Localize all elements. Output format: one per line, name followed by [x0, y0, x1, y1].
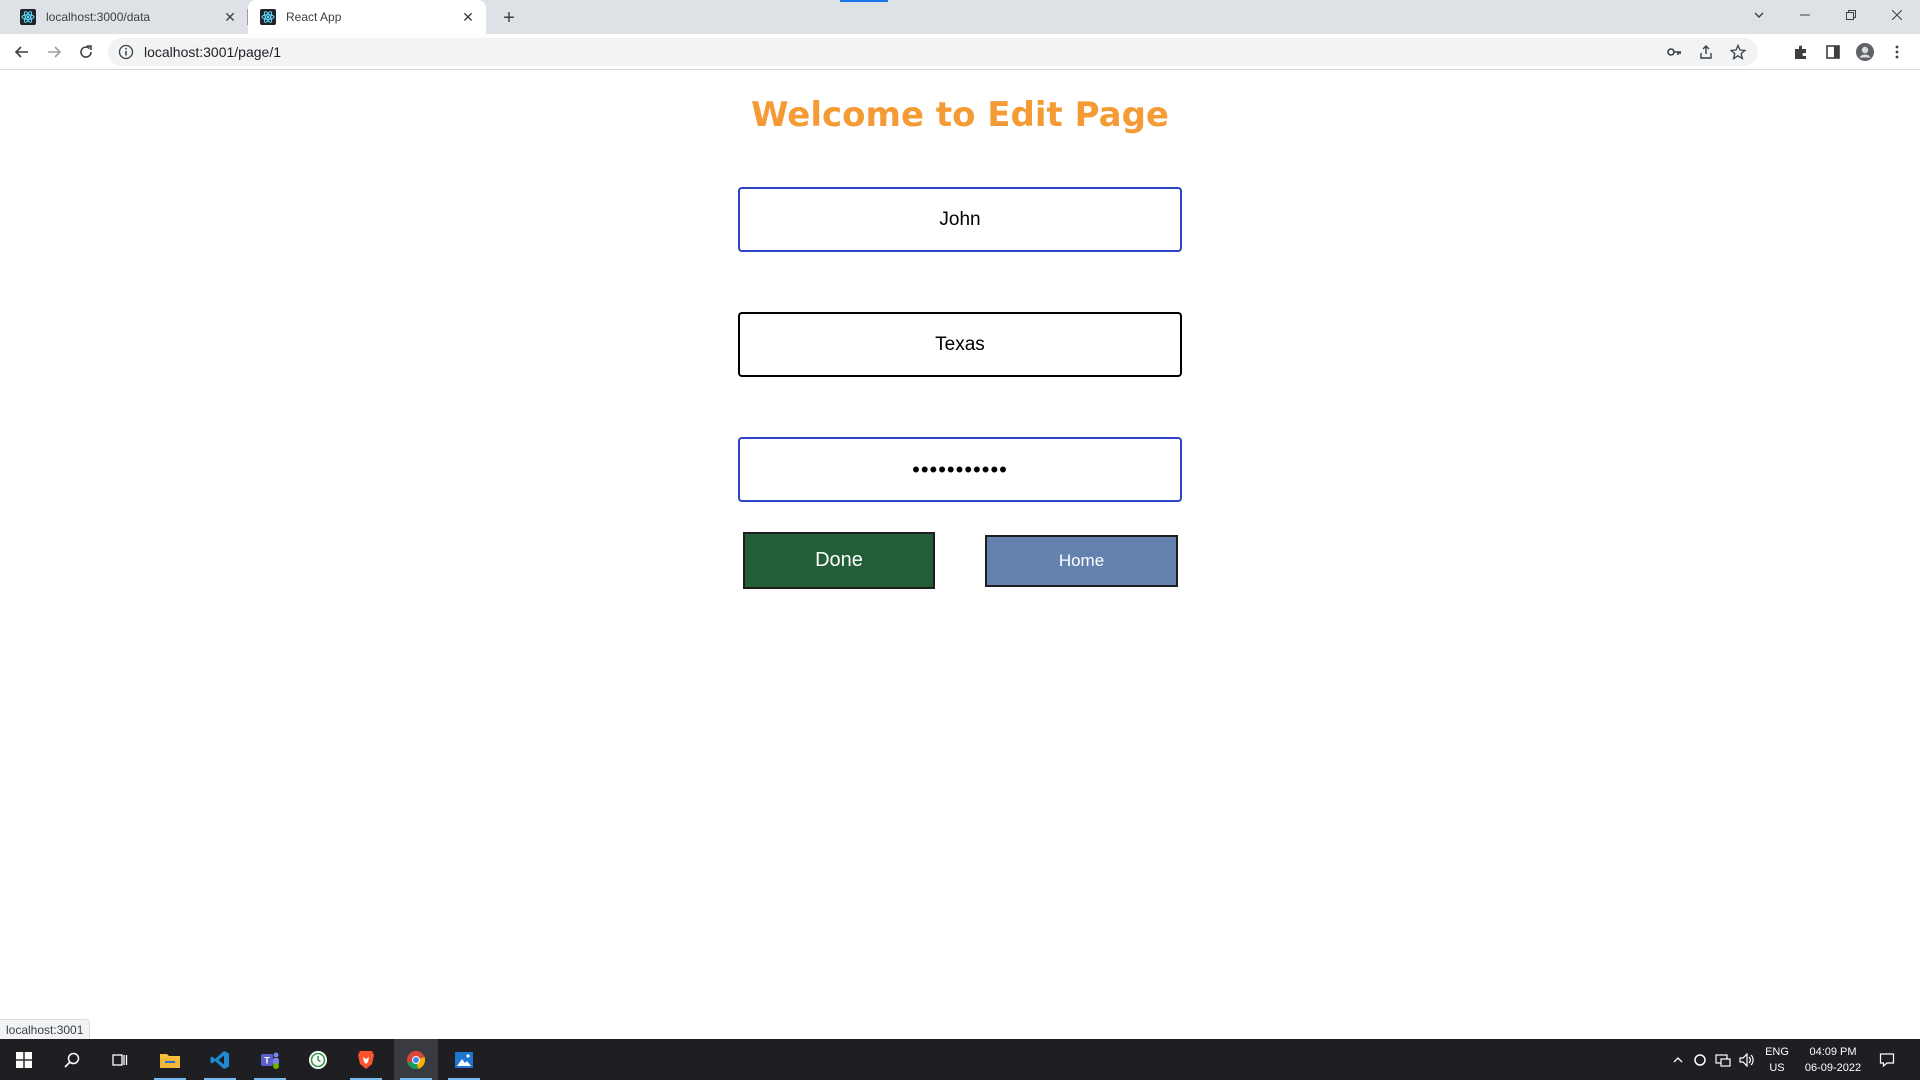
new-tab-button[interactable]: + — [496, 5, 522, 31]
window-controls — [1782, 0, 1920, 30]
clock-time: 04:09 PM — [1809, 1045, 1857, 1058]
address-bar-actions — [1664, 42, 1748, 62]
vscode-icon[interactable] — [198, 1039, 242, 1080]
side-panel-icon[interactable] — [1819, 38, 1847, 66]
clock-app-icon[interactable] — [296, 1039, 340, 1080]
page-title: Welcome to Edit Page — [751, 95, 1169, 135]
status-url-bubble: localhost:3001 — [0, 1019, 91, 1039]
key-icon[interactable] — [1664, 42, 1684, 62]
file-explorer-icon[interactable] — [148, 1039, 192, 1080]
svg-text:T: T — [264, 1055, 270, 1065]
close-window-icon[interactable] — [1874, 0, 1920, 30]
show-hidden-icons-chevron-icon[interactable] — [1668, 1039, 1688, 1080]
more-menu-icon[interactable] — [1883, 38, 1911, 66]
sync-status-icon[interactable] — [1690, 1039, 1710, 1080]
home-button[interactable]: Home — [985, 535, 1178, 587]
page-content: Welcome to Edit Page Done Home — [0, 71, 1920, 1039]
site-info-icon[interactable] — [118, 44, 134, 60]
tab-title: localhost:3000/data — [46, 10, 151, 24]
react-favicon-icon — [20, 9, 36, 25]
first-name-input[interactable] — [738, 187, 1182, 252]
tab-search-chevron-icon[interactable] — [1746, 2, 1772, 28]
region-label: US — [1769, 1061, 1785, 1074]
search-icon[interactable] — [50, 1039, 94, 1080]
close-tab-icon[interactable]: ✕ — [458, 7, 478, 27]
address-bar[interactable]: localhost:3001/page/1 — [108, 38, 1758, 66]
restore-icon[interactable] — [1828, 0, 1874, 30]
profile-avatar-icon[interactable] — [1851, 38, 1879, 66]
photos-app-icon[interactable] — [442, 1039, 486, 1080]
close-tab-icon[interactable]: ✕ — [220, 7, 240, 27]
clock-date[interactable]: 04:09 PM 06-09-2022 — [1798, 1039, 1868, 1080]
password-input[interactable] — [738, 437, 1182, 502]
minimize-icon[interactable] — [1782, 0, 1828, 30]
teams-icon[interactable]: T — [248, 1039, 292, 1080]
notifications-icon[interactable] — [1872, 1039, 1902, 1080]
loading-indicator — [840, 0, 888, 2]
bookmark-star-icon[interactable] — [1728, 42, 1748, 62]
done-button[interactable]: Done — [743, 532, 935, 589]
brave-browser-icon[interactable] — [344, 1039, 388, 1080]
browser-toolbar: localhost:3001/page/1 — [0, 34, 1920, 70]
tab-title: React App — [286, 10, 342, 24]
windows-taskbar: T ENG US 04:09 PM 06-09-2022 — [0, 1039, 1920, 1080]
react-favicon-icon — [260, 9, 276, 25]
tab-strip: localhost:3000/data ✕ React App ✕ + — [0, 0, 1920, 34]
reload-icon[interactable] — [72, 38, 100, 66]
tab-localhost-data[interactable]: localhost:3000/data ✕ — [8, 0, 248, 34]
windows-start-icon[interactable] — [2, 1039, 46, 1080]
tab-react-app[interactable]: React App ✕ — [248, 0, 486, 34]
clock-date-label: 06-09-2022 — [1804, 1061, 1862, 1074]
url-text: localhost:3001/page/1 — [144, 44, 281, 60]
task-view-icon[interactable] — [98, 1039, 142, 1080]
location-input[interactable] — [738, 312, 1182, 377]
network-icon[interactable] — [1712, 1039, 1734, 1080]
volume-icon[interactable] — [1736, 1039, 1758, 1080]
input-language-indicator[interactable]: ENG US — [1760, 1039, 1794, 1080]
share-icon[interactable] — [1696, 42, 1716, 62]
chrome-icon[interactable] — [394, 1039, 438, 1080]
forward-arrow-icon[interactable] — [40, 38, 68, 66]
language-label: ENG — [1765, 1045, 1789, 1058]
extensions-puzzle-icon[interactable] — [1787, 38, 1815, 66]
back-arrow-icon[interactable] — [8, 38, 36, 66]
